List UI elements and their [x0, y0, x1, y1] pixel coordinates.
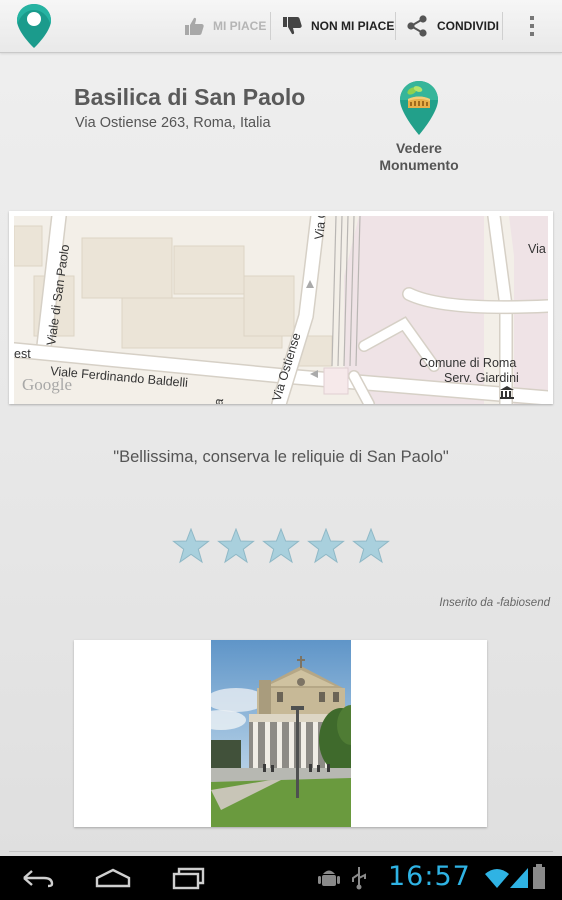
map-poi-label-1: Comune di Roma	[419, 356, 516, 370]
thumbs-up-icon	[185, 17, 204, 35]
map-tiles: Viale di San Paolo Via Ostiense Via O Vi…	[14, 216, 548, 404]
map-label-est: est	[14, 347, 31, 361]
wifi-icon	[485, 869, 509, 888]
review-author: Inserito da -fabiosend	[439, 597, 550, 609]
divider	[502, 12, 503, 40]
recent-apps-icon[interactable]	[170, 864, 206, 892]
dislike-button[interactable]: NON MI PIACE	[281, 0, 394, 52]
android-debug-icon	[318, 870, 340, 886]
map-poi-label-2: Serv. Giardini	[444, 371, 519, 385]
view-monument-button[interactable]: Vedere Monumento	[370, 80, 468, 174]
home-icon[interactable]	[93, 864, 133, 892]
share-label: CONDIVIDI	[437, 19, 500, 33]
star-icon	[352, 528, 390, 564]
share-icon	[407, 15, 427, 37]
star-icon	[262, 528, 300, 564]
poi-address: Via Ostiense 263, Roma, Italia	[75, 115, 271, 131]
share-button[interactable]: CONDIVIDI	[405, 0, 499, 52]
back-icon[interactable]	[20, 864, 56, 892]
signal-icon	[510, 868, 528, 888]
star-icon	[217, 528, 255, 564]
review-quote: "Bellissima, conserva le reliquie di San…	[113, 448, 449, 466]
map-label-via-right: Via	[528, 242, 546, 256]
like-label: MI PIACE	[213, 19, 267, 33]
map-attribution: Google	[22, 375, 72, 394]
like-button[interactable]: MI PIACE	[183, 0, 266, 52]
content-divider	[9, 851, 553, 852]
star-icon	[172, 528, 210, 564]
star-icon	[307, 528, 345, 564]
map-canvas[interactable]: Viale di San Paolo Via Ostiense Via O Vi…	[14, 216, 548, 404]
rating-stars	[171, 528, 391, 564]
divider	[270, 12, 271, 40]
action-bar: MI PIACE NON MI PIACE CONDIVIDI	[0, 0, 562, 53]
map-view[interactable]: Viale di San Paolo Via Ostiense Via O Vi…	[9, 211, 553, 404]
usb-icon	[352, 867, 366, 890]
thumbs-down-icon	[283, 17, 302, 35]
overflow-menu-icon[interactable]	[522, 14, 542, 38]
map-pin-logo-icon[interactable]	[14, 2, 54, 50]
system-bar: 16:57	[0, 856, 562, 900]
divider	[395, 12, 396, 40]
battery-icon	[533, 864, 545, 889]
view-monument-label: Vedere Monumento	[379, 140, 459, 173]
monument-photo[interactable]	[211, 640, 351, 827]
photo-card[interactable]	[74, 640, 487, 827]
poi-title: Basilica di San Paolo	[74, 84, 306, 110]
status-clock: 16:57	[388, 861, 471, 892]
dislike-label: NON MI PIACE	[311, 19, 395, 33]
colosseum-pin-icon	[400, 81, 438, 135]
